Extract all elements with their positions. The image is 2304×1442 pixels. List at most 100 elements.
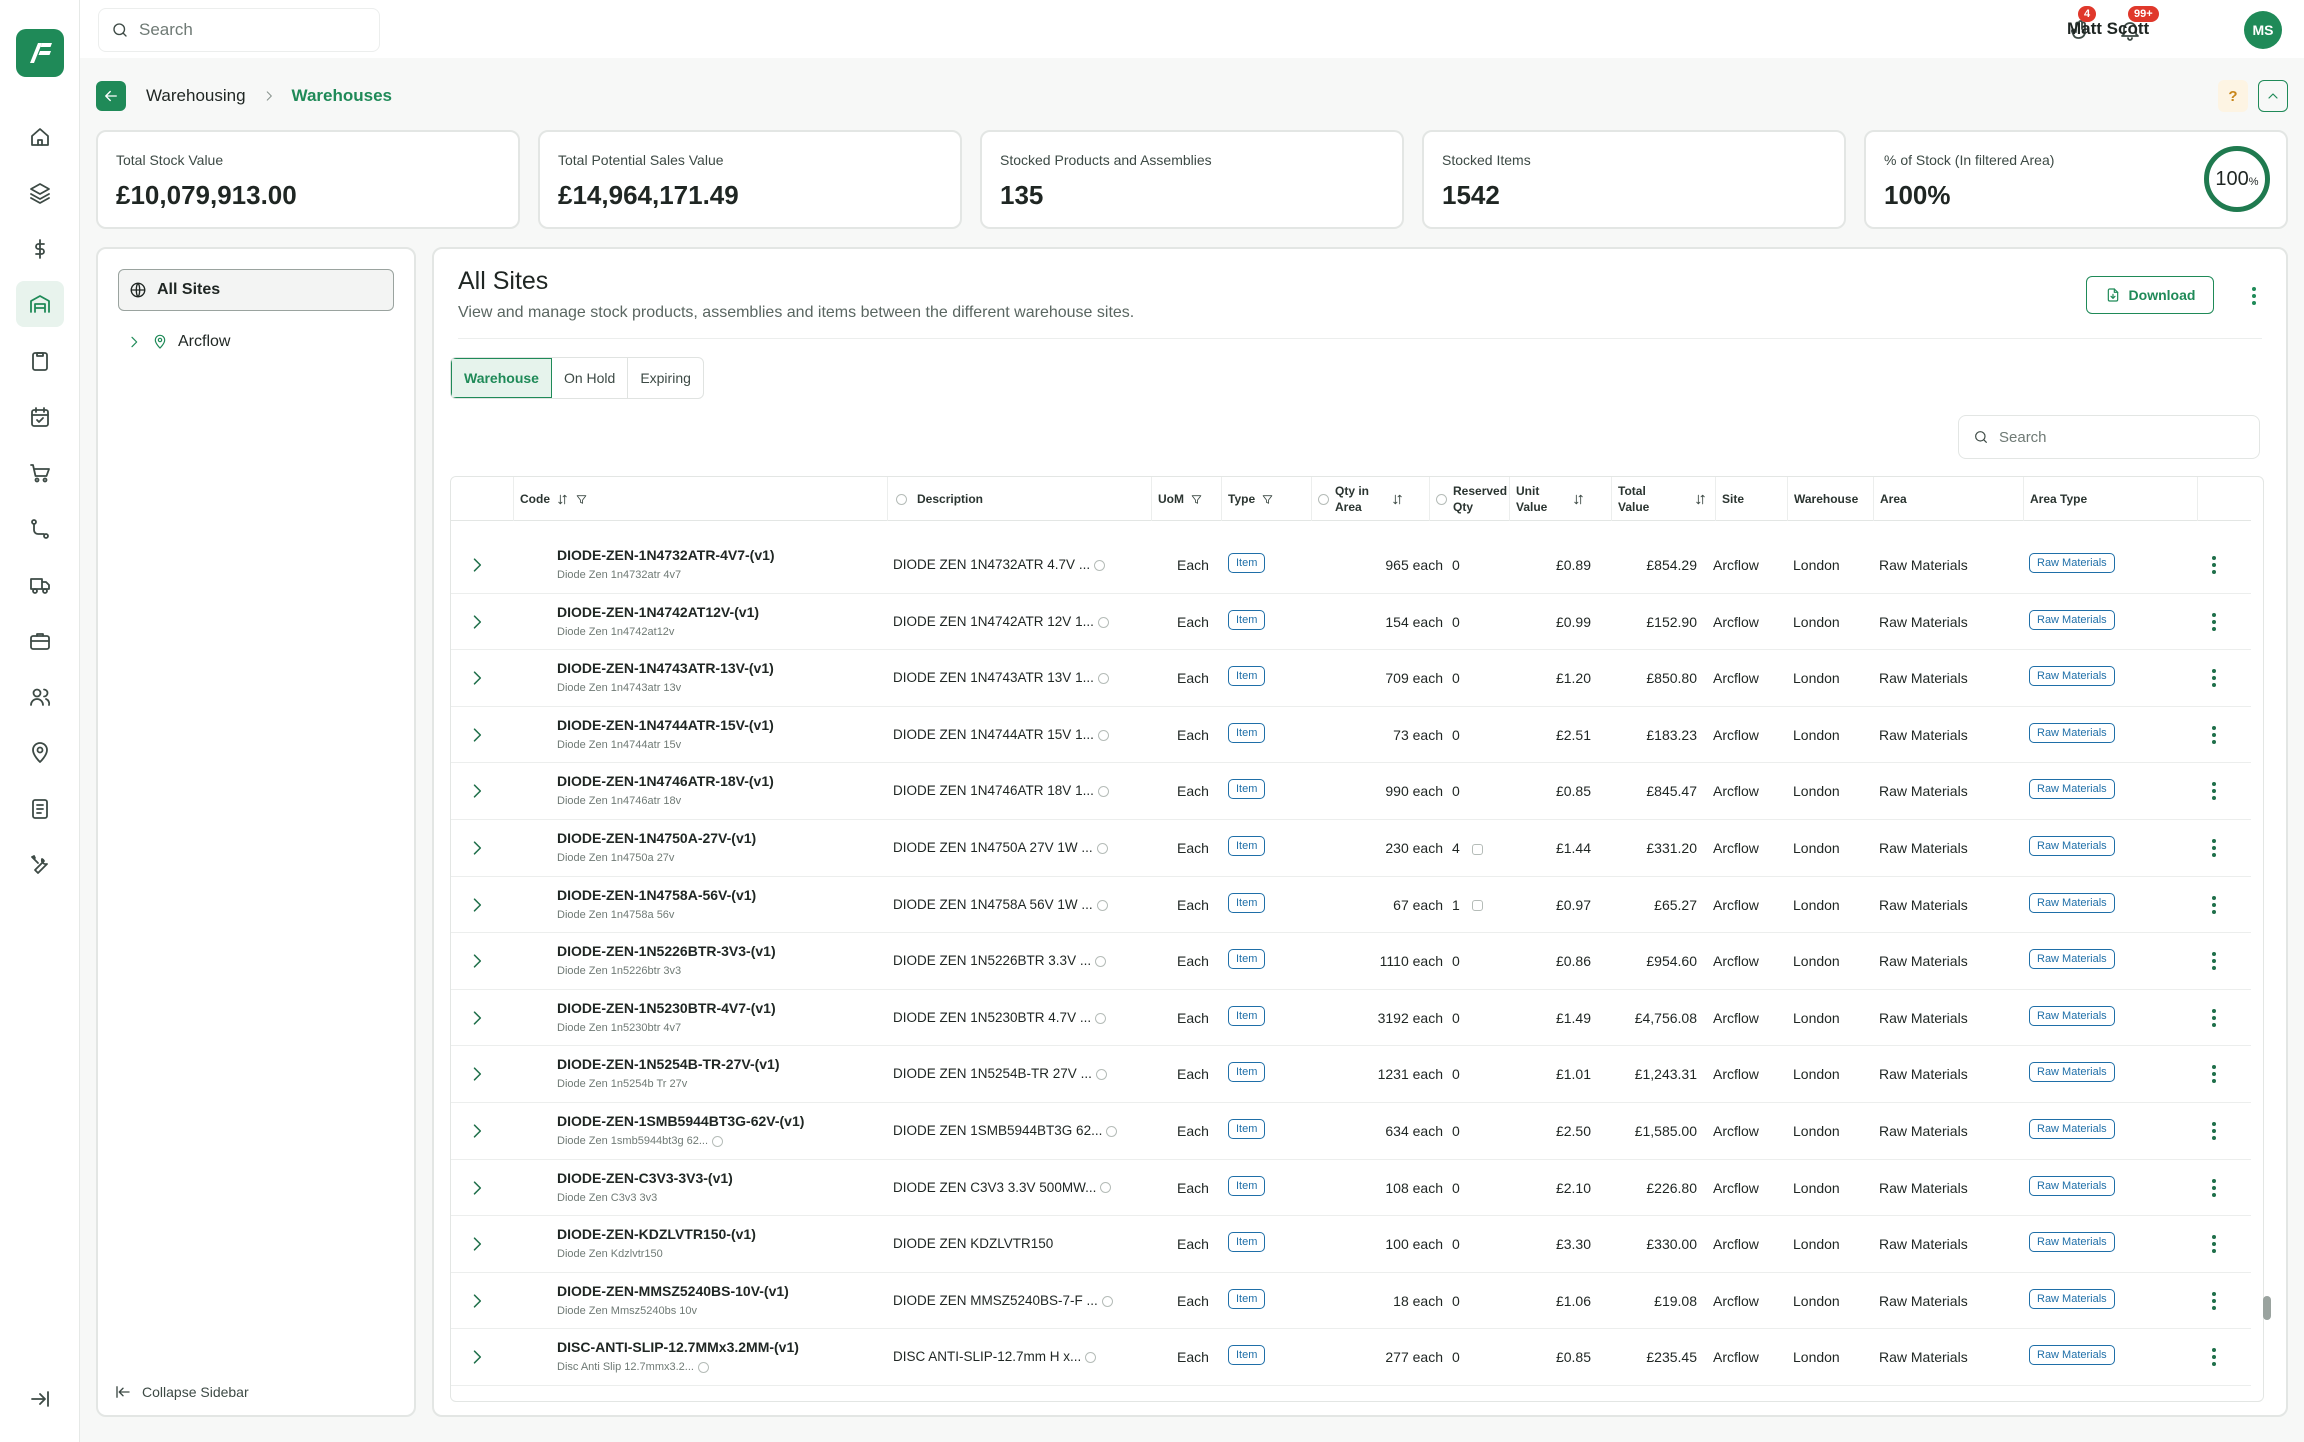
nav-item-location[interactable] xyxy=(16,730,64,776)
nav-item-warehouse[interactable] xyxy=(16,281,64,327)
sort-icon[interactable] xyxy=(556,493,569,506)
chevron-right-icon[interactable] xyxy=(126,334,142,350)
item-code[interactable]: DIODE-ZEN-1N4742AT12V-(v1) xyxy=(557,604,759,620)
tab-expiring[interactable]: Expiring xyxy=(628,358,703,398)
item-code[interactable]: DIODE-ZEN-1N5226BTR-3V3-(v1) xyxy=(557,943,776,959)
row-more-icon[interactable] xyxy=(2211,725,2217,745)
expand-row-icon[interactable] xyxy=(467,555,487,575)
row-more-icon[interactable] xyxy=(2211,838,2217,858)
info-icon[interactable] xyxy=(1096,842,1108,854)
expand-row-icon[interactable] xyxy=(467,1291,487,1311)
table-row[interactable]: DIODE-ZEN-1N4758A-56V-(v1) Diode Zen 1n47… xyxy=(451,877,2251,934)
sort-icon[interactable] xyxy=(1391,493,1404,506)
item-code[interactable]: DIODE-ZEN-1N4732ATR-4V7-(v1) xyxy=(557,547,775,563)
expand-row-icon[interactable] xyxy=(467,1347,487,1367)
table-row[interactable]: DIODE-ZEN-1N5254B-TR-27V-(v1) Diode Zen 1… xyxy=(451,1046,2251,1103)
item-code[interactable]: DIODE-ZEN-1N4744ATR-15V-(v1) xyxy=(557,717,774,733)
info-icon[interactable] xyxy=(712,1135,724,1147)
expand-row-icon[interactable] xyxy=(467,951,487,971)
nav-item-tools[interactable] xyxy=(16,842,64,888)
expand-row-icon[interactable] xyxy=(467,1121,487,1141)
row-more-icon[interactable] xyxy=(2211,781,2217,801)
nav-item-home[interactable] xyxy=(16,114,64,160)
table-scrollbar[interactable] xyxy=(2260,476,2272,1402)
item-code[interactable]: DIODE-ZEN-MMSZ5240BS-10V-(v1) xyxy=(557,1283,789,1299)
info-icon[interactable] xyxy=(1085,1352,1097,1364)
info-icon[interactable] xyxy=(1101,1295,1113,1307)
info-icon[interactable] xyxy=(1096,899,1108,911)
scrollbar-thumb[interactable] xyxy=(2263,1296,2271,1320)
sort-icon[interactable] xyxy=(1572,493,1585,506)
item-code[interactable]: DIODE-ZEN-KDZLVTR150-(v1) xyxy=(557,1226,756,1242)
column-reserved[interactable]: Reserved Qty xyxy=(1429,477,1507,521)
nav-item-dollar[interactable] xyxy=(16,226,64,272)
tab-warehouse[interactable]: Warehouse xyxy=(451,358,552,398)
row-more-icon[interactable] xyxy=(2211,612,2217,632)
row-more-icon[interactable] xyxy=(2211,1291,2217,1311)
reserved-info-icon[interactable] xyxy=(1471,843,1483,855)
table-row[interactable]: DIODE-ZEN-1N4732ATR-4V7-(v1) Diode Zen 1n… xyxy=(451,537,2251,594)
info-icon[interactable] xyxy=(1095,956,1107,968)
breadcrumb-parent[interactable]: Warehousing xyxy=(146,86,246,106)
expand-sidebar-button[interactable] xyxy=(16,1376,64,1422)
nav-item-truck[interactable] xyxy=(16,562,64,608)
table-row[interactable]: DIODE-ZEN-1N5230BTR-4V7-(v1) Diode Zen 1n… xyxy=(451,990,2251,1047)
column-uom[interactable]: UoM xyxy=(1151,477,1203,521)
filter-icon[interactable] xyxy=(1261,493,1274,506)
column-site[interactable]: Site xyxy=(1715,477,1744,521)
row-more-icon[interactable] xyxy=(2211,1008,2217,1028)
table-row[interactable]: DIODE-ZEN-1N4743ATR-13V-(v1) Diode Zen 1n… xyxy=(451,650,2251,707)
sort-icon[interactable] xyxy=(1694,493,1707,506)
info-icon[interactable] xyxy=(1097,616,1109,628)
row-more-icon[interactable] xyxy=(2211,668,2217,688)
all-sites-item[interactable]: All Sites xyxy=(118,269,394,311)
info-icon[interactable] xyxy=(1097,786,1109,798)
table-row[interactable]: DISC-ANTI-SLIP-12.7MMx3.2MM-(v1) Disc Ant… xyxy=(451,1329,2251,1386)
table-row[interactable]: DIODE-ZEN-1N5226BTR-3V3-(v1) Diode Zen 1n… xyxy=(451,933,2251,990)
row-more-icon[interactable] xyxy=(2211,1064,2217,1084)
nav-item-calendar[interactable] xyxy=(16,394,64,440)
info-icon[interactable] xyxy=(1106,1125,1118,1137)
table-row[interactable]: DIODE-ZEN-1N4746ATR-18V-(v1) Diode Zen 1n… xyxy=(451,763,2251,820)
column-type[interactable]: Type xyxy=(1221,477,1274,521)
expand-row-icon[interactable] xyxy=(467,668,487,688)
collapse-header-button[interactable] xyxy=(2258,80,2288,112)
column-area[interactable]: Area xyxy=(1873,477,1907,521)
column-area-type[interactable]: Area Type xyxy=(2023,477,2087,521)
item-code[interactable]: DIODE-ZEN-1N4743ATR-13V-(v1) xyxy=(557,660,774,676)
item-code[interactable]: DIODE-ZEN-1N4746ATR-18V-(v1) xyxy=(557,773,774,789)
table-row[interactable]: DIODE-ZEN-1N4750A-27V-(v1) Diode Zen 1n47… xyxy=(451,820,2251,877)
expand-row-icon[interactable] xyxy=(467,838,487,858)
info-icon[interactable] xyxy=(1097,729,1109,741)
nav-item-cart[interactable] xyxy=(16,450,64,496)
table-row[interactable]: DIODE-ZEN-1N4742AT12V-(v1) Diode Zen 1n47… xyxy=(451,594,2251,651)
back-button[interactable] xyxy=(96,81,126,111)
row-more-icon[interactable] xyxy=(2211,555,2217,575)
column-total-value[interactable]: Total Value xyxy=(1611,477,1707,521)
collapse-sidebar-button[interactable]: Collapse Sidebar xyxy=(114,1383,249,1401)
nav-item-clipboard[interactable] xyxy=(16,338,64,384)
app-logo[interactable] xyxy=(16,29,64,77)
row-more-icon[interactable] xyxy=(2211,1234,2217,1254)
table-row[interactable]: DIODE-ZEN-KDZLVTR150-(v1) Diode Zen Kdzlv… xyxy=(451,1216,2251,1273)
nav-item-document[interactable] xyxy=(16,786,64,832)
item-code[interactable]: DIODE-ZEN-C3V3-3V3-(v1) xyxy=(557,1170,733,1186)
expand-row-icon[interactable] xyxy=(467,1008,487,1028)
panel-more-button[interactable] xyxy=(2244,281,2264,311)
column-warehouse[interactable]: Warehouse xyxy=(1787,477,1858,521)
info-icon[interactable] xyxy=(697,1361,709,1373)
table-row[interactable]: DIODE-ZEN-1N4744ATR-15V-(v1) Diode Zen 1n… xyxy=(451,707,2251,764)
nav-item-layers[interactable] xyxy=(16,170,64,216)
table-row[interactable]: DIODE-ZEN-C3V3-3V3-(v1) Diode Zen C3v3 3v… xyxy=(451,1160,2251,1217)
expand-row-icon[interactable] xyxy=(467,781,487,801)
nav-item-briefcase[interactable] xyxy=(16,618,64,664)
nav-item-route[interactable] xyxy=(16,506,64,552)
item-code[interactable]: DIODE-ZEN-1N5254B-TR-27V-(v1) xyxy=(557,1056,780,1072)
row-more-icon[interactable] xyxy=(2211,1121,2217,1141)
filter-icon[interactable] xyxy=(575,493,588,506)
column-unit-value[interactable]: Unit Value xyxy=(1509,477,1585,521)
info-icon[interactable] xyxy=(1097,673,1109,685)
expand-row-icon[interactable] xyxy=(467,612,487,632)
expand-row-icon[interactable] xyxy=(467,895,487,915)
column-description[interactable]: Description xyxy=(887,477,983,521)
